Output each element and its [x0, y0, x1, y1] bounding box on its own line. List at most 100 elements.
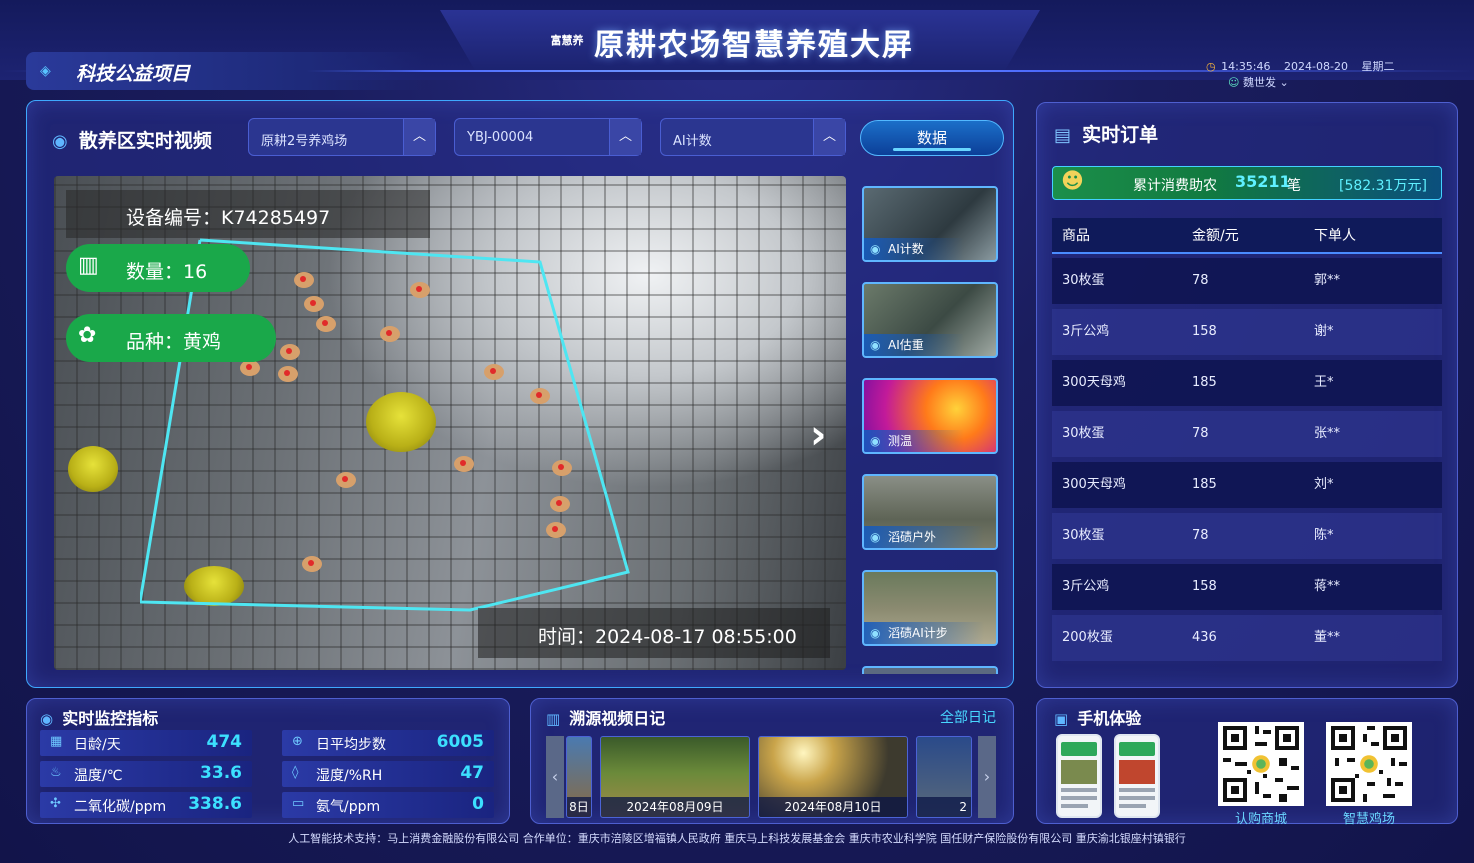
order-buyer: 郭** — [1314, 273, 1341, 288]
qr-code-farm[interactable] — [1326, 722, 1412, 806]
brand-logo: 富慧养 — [550, 34, 584, 47]
mode-select[interactable]: AI计数 ︿ — [660, 118, 846, 156]
thumbnail-label: 测温 — [864, 430, 964, 452]
summary-prefix: 累计消费助农 — [1133, 178, 1217, 194]
order-item: 30枚蛋 — [1062, 528, 1105, 543]
diary-title: 溯源视频日记 — [569, 709, 666, 728]
metric-age: ▦ 日龄/天 474 — [40, 730, 252, 756]
table-row: 30枚蛋 78 陈* — [1052, 513, 1442, 559]
summary-count: 35211 — [1235, 172, 1291, 191]
farm-select[interactable]: 原耕2号养鸡场 ︿ — [248, 118, 436, 156]
qr-label-mall[interactable]: 认购商城 — [1216, 808, 1306, 827]
thumbnail-ai-steps[interactable]: 滔碛AI计步 — [862, 570, 998, 646]
order-amount: 436 — [1192, 630, 1217, 645]
chevron-up-icon[interactable]: ︿ — [403, 119, 435, 155]
thermometer-icon: ♨ — [50, 765, 62, 780]
clock-icon: ◷ — [1206, 60, 1216, 73]
diary-frame[interactable]: 2024年08月09日 — [600, 736, 750, 818]
orders-summary: ☻ 累计消费助农 35211 笔 [582.31万元] — [1052, 166, 1442, 200]
metric-label: 二氧化碳/ppm — [74, 799, 167, 815]
user-menu[interactable]: ☺ 魏世发 ⌄ — [1228, 74, 1289, 90]
footer-credits: 人工智能技术支持：马上消费金融股份有限公司 合作单位：重庆市涪陵区增福镇人民政府… — [288, 832, 1186, 845]
device-select-value: YBJ-00004 — [467, 130, 534, 145]
order-buyer: 陈* — [1314, 528, 1334, 543]
qr-code-mall[interactable] — [1218, 722, 1304, 806]
receipt-icon: ▤ — [1054, 125, 1072, 146]
order-buyer: 蒋** — [1314, 579, 1341, 594]
thumbnail-ai-weight[interactable]: AI估重 — [862, 282, 998, 358]
diary-frame[interactable]: 2 — [916, 736, 972, 818]
diary-frame[interactable]: 2024年08月10日 — [758, 736, 908, 818]
diary-frame[interactable]: 8日 — [566, 736, 592, 818]
project-tag: ◈ 科技公益项目 — [26, 52, 426, 90]
order-item: 300天母鸡 — [1062, 375, 1126, 390]
table-row: 3斤公鸡 158 蒋** — [1052, 564, 1442, 610]
order-item: 300天母鸡 — [1062, 477, 1126, 492]
summary-unit: 笔 — [1287, 178, 1301, 194]
table-row: 30枚蛋 78 郭** — [1052, 258, 1442, 304]
user-icon: ☺ — [1228, 76, 1240, 89]
data-button[interactable]: 数据 — [860, 120, 1004, 156]
all-diaries-link[interactable]: 全部日记 — [940, 707, 996, 727]
mobile-header: ▣ 手机体验 — [1054, 705, 1141, 729]
video-panel-title: 散养区实时视频 — [78, 130, 212, 152]
column-header: 商品 — [1062, 228, 1090, 244]
metric-steps: ⊕ 日平均步数 6005 — [282, 730, 494, 756]
mode-select-value: AI计数 — [673, 134, 712, 149]
farm-select-value: 原耕2号养鸡场 — [261, 134, 348, 149]
column-header: 下单人 — [1314, 228, 1356, 244]
thumbnail-ai-count[interactable]: AI计数 — [862, 186, 998, 262]
order-buyer: 王* — [1314, 375, 1334, 390]
orders-title: 实时订单 — [1082, 124, 1159, 146]
metric-label: 日平均步数 — [316, 737, 386, 753]
table-row: 300天母鸡 185 王* — [1052, 360, 1442, 406]
metric-label: 日龄/天 — [74, 737, 121, 753]
order-amount: 185 — [1192, 477, 1217, 492]
order-buyer: 董** — [1314, 630, 1341, 645]
order-amount: 185 — [1192, 375, 1217, 390]
current-time: 14:35:46 — [1221, 60, 1271, 73]
monitor-title: 实时监控指标 — [62, 709, 159, 728]
calendar-icon: ▦ — [50, 734, 63, 749]
qr-label-farm[interactable]: 智慧鸡场 — [1324, 808, 1414, 827]
metric-value: 33.6 — [200, 763, 242, 783]
layers-icon: ◈ — [40, 63, 51, 79]
current-weekday: 星期二 — [1361, 60, 1395, 73]
gas-icon: ▭ — [292, 796, 305, 811]
metric-humidity: ◊ 湿度/%RH 47 — [282, 761, 494, 787]
table-row: 200枚蛋 436 董** — [1052, 615, 1442, 661]
bar-chart-icon: ▥ — [78, 253, 99, 278]
breed-badge: ✿ 品种：黄鸡 — [66, 314, 276, 362]
chicken-icon: ✿ — [78, 323, 97, 348]
diary-next-button[interactable]: › — [978, 736, 996, 818]
metric-label: 湿度/%RH — [316, 768, 383, 784]
order-buyer: 谢* — [1314, 324, 1334, 339]
thumbnail-thermal[interactable]: 测温 — [862, 378, 998, 454]
thumbnail-label: AI估重 — [864, 334, 964, 356]
device-id-overlay: 设备编号：K74285497 — [66, 190, 430, 238]
thumbnail-outdoor[interactable]: 滔碛户外 — [862, 474, 998, 550]
chevron-up-icon[interactable]: ︿ — [813, 119, 845, 155]
book-icon: ▥ — [546, 710, 561, 728]
phone-preview — [1056, 734, 1102, 818]
thumbnail-more[interactable] — [862, 666, 998, 674]
chevron-up-icon[interactable]: ︿ — [609, 119, 641, 155]
order-buyer: 张** — [1314, 426, 1341, 441]
thumbnail-label: 滔碛户外 — [864, 526, 984, 548]
gauge-icon: ◉ — [40, 710, 54, 728]
metric-co2: ✣ 二氧化碳/ppm 338.6 — [40, 792, 252, 818]
chevron-down-icon: ⌄ — [1279, 76, 1289, 89]
order-amount: 158 — [1192, 324, 1217, 339]
chevron-right-icon[interactable]: › — [810, 412, 826, 458]
current-date: 2024-08-20 — [1284, 60, 1348, 73]
droplet-icon: ◊ — [292, 765, 299, 780]
device-select[interactable]: YBJ-00004 ︿ — [454, 118, 642, 156]
count-badge: ▥ 数量：16 — [66, 244, 250, 292]
column-header: 金额/元 — [1192, 228, 1239, 244]
order-amount: 78 — [1192, 273, 1209, 288]
page-title: 原耕农场智慧养殖大屏 — [594, 28, 914, 63]
order-item: 200枚蛋 — [1062, 630, 1113, 645]
diary-prev-button[interactable]: ‹ — [546, 736, 564, 818]
monitor-icon: ▣ — [1054, 710, 1069, 728]
device-id-text: 设备编号：K74285497 — [126, 207, 331, 229]
